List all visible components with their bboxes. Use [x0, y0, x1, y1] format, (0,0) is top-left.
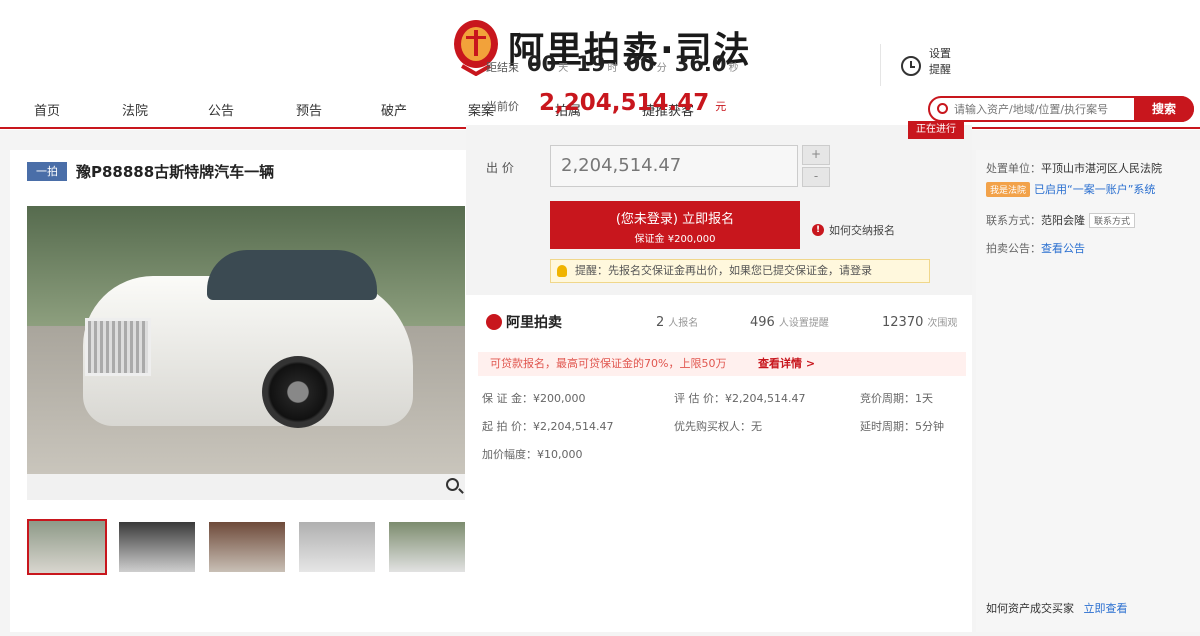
- auction-info: 距结束 00 天 19 时 00 分 36.0 秒 设置提醒 当前价 2,204…: [466, 42, 962, 132]
- signup-label: (您未登录) 立即报名: [615, 212, 735, 227]
- loan-details-link[interactable]: 查看详情 >: [758, 352, 815, 376]
- countdown-seconds: 36.0: [674, 52, 727, 76]
- bid-amount-input[interactable]: 2,204,514.47: [550, 145, 798, 187]
- brand-logo: 阿里拍卖: [486, 312, 562, 332]
- thumbnail[interactable]: [299, 522, 375, 572]
- bid-label: 出 价: [486, 161, 514, 175]
- loan-text: 可贷款报名，最高可贷保证金的70%，上限50万: [490, 357, 727, 370]
- increase-bid-button[interactable]: +: [802, 145, 830, 165]
- brand-icon: [486, 314, 502, 330]
- info-icon: !: [812, 224, 824, 236]
- how-to-pay-link[interactable]: ! 如何交纳报名: [812, 222, 895, 238]
- current-price: 2,204,514.47: [539, 90, 710, 116]
- loan-banner: 可贷款报名，最高可贷保证金的70%，上限50万 查看详情 >: [478, 352, 966, 376]
- court-row: 处置单位：平顶山市湛河区人民法院: [986, 160, 1162, 176]
- countdown-label: 距结束: [486, 61, 519, 74]
- applicants-label: 人报名: [668, 318, 699, 329]
- applicants-count: 2: [656, 315, 665, 330]
- seconds-unit: 秒: [728, 63, 739, 74]
- thumbnail[interactable]: [389, 522, 465, 572]
- contact-name: 范阳会隆: [1041, 214, 1085, 227]
- car-wheel: [262, 356, 334, 428]
- notice-label: 拍卖公告：: [986, 242, 1041, 255]
- court-badge-row: 我是法院 已启用“一案一账户”系统: [986, 181, 1155, 197]
- search-input[interactable]: [954, 99, 1134, 119]
- views-label: 次围观: [927, 318, 958, 329]
- price-label: 当前价: [486, 100, 519, 113]
- decrease-bid-button[interactable]: -: [802, 167, 830, 187]
- reminder-label: 设置提醒: [929, 47, 951, 76]
- search-box: 搜索: [928, 96, 1194, 122]
- view-notice-link[interactable]: 查看公告: [1041, 242, 1085, 255]
- nav-item-bankruptcy[interactable]: 破产: [381, 100, 407, 119]
- search-button[interactable]: 搜索: [1134, 96, 1194, 122]
- nav-item-courts[interactable]: 法院: [122, 100, 148, 119]
- delay-fact: 延时周期：5分钟: [860, 420, 944, 433]
- buyer-info-text: 如何资产成交买家: [986, 602, 1074, 615]
- court-sidebar: 处置单位：平顶山市湛河区人民法院 我是法院 已启用“一案一账户”系统 联系方式：范…: [976, 150, 1200, 632]
- thumbnail[interactable]: [119, 522, 195, 572]
- reminders-stat: 496 人设置提醒: [750, 314, 829, 330]
- login-tip: 提醒：先报名交保证金再出价，如果您已提交保证金，请登录: [550, 259, 930, 283]
- nav-item-preview[interactable]: 预告: [296, 100, 322, 119]
- priority-fact: 优先购买权人：无: [674, 420, 762, 433]
- status-badge: 正在进行: [908, 121, 964, 139]
- deposit-fact: 保 证 金：¥200,000: [482, 392, 586, 405]
- applicants-stat: 2 人报名: [656, 314, 698, 330]
- hours-unit: 时: [607, 63, 618, 74]
- thumbnail[interactable]: [209, 522, 285, 572]
- nav-item-home[interactable]: 首页: [34, 100, 60, 119]
- auction-facts: 保 证 金：¥200,000 起 拍 价：¥2,204,514.47 加价幅度：…: [478, 390, 966, 470]
- signup-button[interactable]: (您未登录) 立即报名 保证金 ¥200,000: [550, 201, 800, 249]
- reminders-label: 人设置提醒: [778, 318, 829, 329]
- court-badge: 我是法院: [986, 182, 1031, 197]
- car-window: [207, 250, 377, 300]
- court-label: 处置单位：: [986, 162, 1041, 175]
- auction-round-badge: 一拍: [27, 162, 67, 181]
- account-system-link[interactable]: 已启用“一案一账户”系统: [1034, 183, 1155, 196]
- contact-button[interactable]: 联系方式: [1089, 213, 1136, 228]
- countdown-days: 00: [527, 52, 557, 76]
- thumbnail-strip: [27, 519, 471, 576]
- court-name[interactable]: 平顶山市湛河区人民法院: [1041, 162, 1162, 175]
- zoom-icon[interactable]: [446, 478, 459, 491]
- main-photo[interactable]: [27, 206, 465, 474]
- bid-stepper: + -: [802, 145, 830, 187]
- how-to-pay-label: 如何交纳报名: [829, 224, 895, 237]
- photo-zoom-bar: [27, 474, 465, 500]
- views-stat: 12370 次围观: [882, 314, 957, 330]
- current-price-row: 当前价 2,204,514.47 元: [486, 90, 726, 116]
- thumbnail[interactable]: [27, 519, 107, 575]
- clock-icon: [901, 56, 921, 76]
- lot-title: 豫P88888古斯特牌汽车一辆: [76, 163, 275, 181]
- contact-row: 联系方式：范阳会隆 联系方式: [986, 212, 1136, 228]
- buyer-info-row: 如何资产成交买家 立即查看: [986, 600, 1128, 616]
- bid-panel: 正在进行 出 价 2,204,514.47 + - (您未登录) 立即报名 保证…: [466, 121, 972, 295]
- countdown-minutes: 00: [625, 52, 655, 76]
- nav-item-notices[interactable]: 公告: [208, 100, 234, 119]
- start-price-fact: 起 拍 价：¥2,204,514.47: [482, 420, 614, 433]
- stats-bar: 阿里拍卖 2 人报名 496 人设置提醒 12370 次围观: [466, 296, 972, 342]
- view-now-link[interactable]: 立即查看: [1084, 602, 1128, 615]
- countdown-hours: 19: [576, 52, 606, 76]
- cycle-fact: 竞价周期：1天: [860, 392, 933, 405]
- contact-label: 联系方式：: [986, 214, 1041, 227]
- brand-name: 阿里拍卖: [506, 315, 562, 331]
- reminders-count: 496: [750, 315, 775, 330]
- views-count: 12370: [882, 315, 924, 330]
- price-unit: 元: [715, 100, 727, 113]
- set-reminder-button[interactable]: 设置提醒: [880, 44, 962, 86]
- increment-fact: 加价幅度：¥10,000: [482, 448, 583, 461]
- deposit-label: 保证金 ¥200,000: [634, 234, 716, 245]
- car-grille: [85, 318, 151, 376]
- appraisal-fact: 评 估 价：¥2,204,514.47: [674, 392, 806, 405]
- tip-text: 提醒：先报名交保证金再出价，如果您已提交保证金，请登录: [575, 264, 872, 277]
- days-unit: 天: [558, 63, 569, 74]
- minutes-unit: 分: [656, 63, 667, 74]
- lightbulb-icon: [557, 265, 567, 277]
- notice-row: 拍卖公告：查看公告: [986, 240, 1085, 256]
- countdown: 距结束 00 天 19 时 00 分 36.0 秒: [486, 52, 739, 76]
